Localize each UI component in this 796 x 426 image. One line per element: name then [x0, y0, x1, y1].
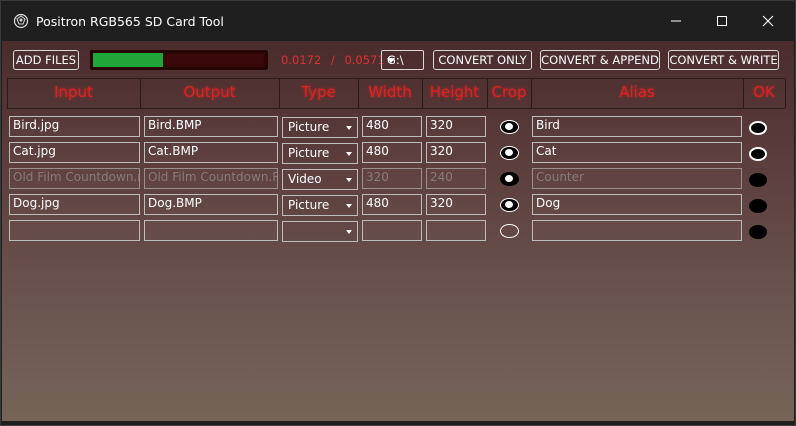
dropdown-arrow-icon — [346, 230, 352, 234]
size-used: 0.0172 — [281, 53, 322, 67]
input-field[interactable] — [9, 220, 140, 241]
maximize-button[interactable] — [699, 1, 745, 41]
type-select[interactable]: Video — [282, 169, 358, 190]
size-total: 0.0571 — [344, 53, 385, 67]
ok-indicator — [749, 173, 767, 187]
app-window: Positron RGB565 SD Card Tool ADD FILES 0… — [0, 0, 796, 426]
app-logo-icon — [13, 13, 29, 29]
radio-dot — [505, 201, 513, 208]
type-select[interactable]: Picture — [282, 117, 358, 138]
output-field[interactable] — [144, 220, 278, 241]
height-field[interactable]: 320 — [426, 194, 486, 215]
maximize-icon — [717, 16, 727, 26]
window-title: Positron RGB565 SD Card Tool — [36, 14, 224, 29]
ok-indicator — [749, 225, 767, 239]
column-header-input: Input — [54, 83, 93, 101]
column-header-alias: Alias — [619, 83, 655, 101]
type-value: Picture — [288, 198, 330, 212]
dropdown-arrow-icon — [387, 58, 395, 63]
alias-field[interactable]: Dog — [532, 194, 742, 215]
width-field[interactable]: 320 — [362, 168, 422, 189]
column-header-type: Type — [301, 83, 336, 101]
dropdown-arrow-icon — [346, 152, 352, 156]
radio-dot — [505, 149, 513, 156]
width-field[interactable] — [362, 220, 422, 241]
height-field[interactable]: 240 — [426, 168, 486, 189]
progress-bar — [90, 50, 268, 70]
input-field[interactable]: Bird.jpg — [9, 116, 140, 137]
radio-dot — [505, 123, 513, 130]
add-files-button[interactable]: ADD FILES — [13, 50, 79, 70]
type-value: Picture — [288, 120, 330, 134]
dropdown-arrow-icon — [346, 126, 352, 130]
type-select[interactable]: Picture — [282, 143, 358, 164]
ok-indicator — [749, 147, 767, 161]
alias-field[interactable]: Cat — [532, 142, 742, 163]
type-value: Video — [288, 172, 322, 186]
dropdown-arrow-icon — [346, 204, 352, 208]
crop-radio[interactable] — [500, 120, 519, 134]
header-top-border — [7, 78, 785, 79]
alias-field[interactable]: Bird — [532, 116, 742, 137]
minimize-icon — [671, 20, 681, 22]
convert-only-button[interactable]: CONVERT ONLY — [433, 50, 532, 70]
header-bottom-border — [7, 108, 785, 109]
column-header-ok: OK — [753, 83, 775, 101]
output-field[interactable]: Cat.BMP — [144, 142, 278, 163]
convert-append-button[interactable]: CONVERT & APPEND — [540, 50, 660, 70]
output-field[interactable]: Bird.BMP — [144, 116, 278, 137]
column-header-height: Height — [429, 83, 480, 101]
input-field[interactable]: Old Film Countdown.mp4 — [9, 168, 140, 189]
height-field[interactable] — [426, 220, 486, 241]
header-separator — [785, 79, 786, 108]
crop-radio[interactable] — [500, 198, 519, 212]
progress-fill — [93, 53, 163, 67]
convert-write-button[interactable]: CONVERT & WRITE — [668, 50, 779, 70]
output-field[interactable]: Dog.BMP — [144, 194, 278, 215]
minimize-button[interactable] — [653, 1, 699, 41]
width-field[interactable]: 480 — [362, 116, 422, 137]
alias-field[interactable]: Counter — [532, 168, 742, 189]
close-icon — [762, 15, 774, 27]
column-header-output: Output — [183, 83, 236, 101]
size-separator: / — [330, 53, 335, 67]
type-select[interactable] — [282, 221, 358, 242]
input-field[interactable]: Dog.jpg — [9, 194, 140, 215]
column-header-crop: Crop — [491, 83, 527, 101]
ok-indicator — [749, 199, 767, 213]
ok-indicator — [749, 121, 767, 135]
dropdown-arrow-icon — [346, 178, 352, 182]
title-bar: Positron RGB565 SD Card Tool — [1, 1, 795, 41]
close-button[interactable] — [745, 1, 791, 41]
width-field[interactable]: 480 — [362, 194, 422, 215]
type-value: Picture — [288, 146, 330, 160]
input-field[interactable]: Cat.jpg — [9, 142, 140, 163]
type-select[interactable]: Picture — [282, 195, 358, 216]
crop-radio[interactable] — [500, 224, 519, 238]
crop-radio[interactable] — [500, 146, 519, 160]
output-field[interactable]: Old Film Countdown.RGB — [144, 168, 278, 189]
column-header-width: Width — [368, 83, 412, 101]
drive-select[interactable]: G:\ — [381, 50, 424, 70]
crop-radio[interactable] — [500, 172, 519, 186]
size-indicator: 0.0172 / 0.0571 — [281, 53, 385, 67]
height-field[interactable]: 320 — [426, 142, 486, 163]
alias-field[interactable] — [532, 220, 742, 241]
height-field[interactable]: 320 — [426, 116, 486, 137]
radio-dot — [505, 175, 513, 182]
width-field[interactable]: 480 — [362, 142, 422, 163]
